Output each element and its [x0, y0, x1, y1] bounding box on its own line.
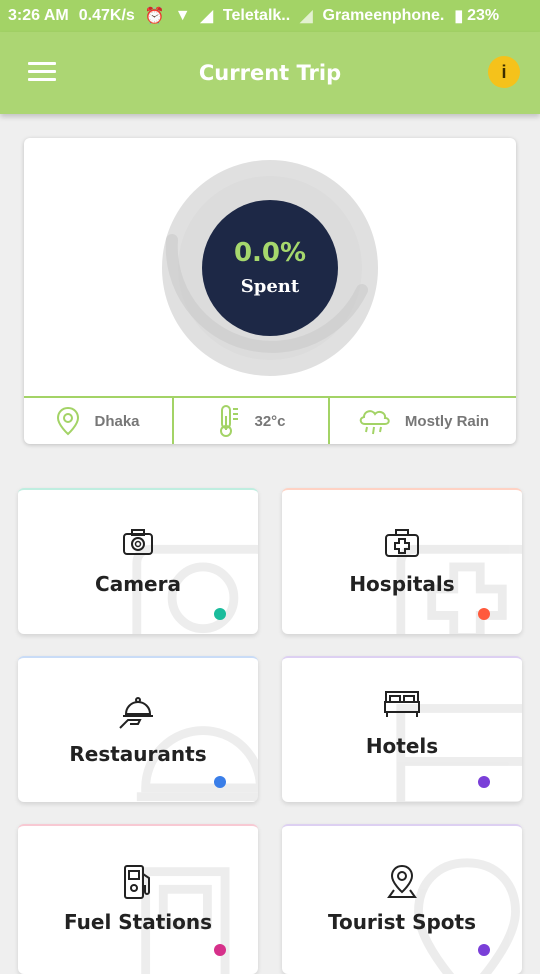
status-battery: 23%	[467, 7, 500, 24]
restaurant-icon	[119, 697, 153, 729]
status-dot	[214, 608, 226, 620]
thermometer-icon	[220, 405, 239, 437]
location-pin-icon	[57, 406, 80, 436]
battery-icon: ▮	[454, 8, 464, 25]
weather-cell: Mostly Rain	[328, 398, 516, 444]
trip-summary-card: 0.0% Spent Dhaka 32°c Mostly Rain	[24, 138, 516, 444]
location-text: Dhaka	[94, 412, 140, 430]
status-carrier-1: Teletalk..	[222, 7, 291, 24]
app-bar: Current Trip i	[0, 32, 540, 114]
tile-label: Restaurants	[69, 742, 207, 766]
trip-info-row: Dhaka 32°c Mostly Rain	[24, 396, 516, 444]
camera-icon	[123, 529, 153, 555]
tile-fuel-stations[interactable]: Fuel Stations	[18, 824, 258, 974]
rain-cloud-icon	[359, 410, 390, 435]
status-dot	[214, 944, 226, 956]
tile-restaurants[interactable]: Restaurants	[18, 656, 258, 802]
temperature-text: 32°c	[254, 412, 286, 430]
tile-tourist-spots[interactable]: Tourist Spots	[282, 824, 522, 974]
status-bar: 3:26 AM 0.47K/s ⏰ ▼ ◢ Teletalk.. ◢ Grame…	[0, 0, 540, 32]
location-pin-icon	[387, 864, 417, 898]
tile-camera[interactable]: Camera	[18, 488, 258, 634]
budget-progress-ring	[162, 160, 378, 376]
status-dot	[478, 776, 490, 788]
tile-label: Hotels	[365, 734, 439, 758]
status-carrier-2: Grameenphone.	[322, 7, 445, 24]
weather-text: Mostly Rain	[404, 412, 490, 430]
fuel-icon	[124, 865, 150, 899]
bed-icon	[384, 691, 420, 717]
tile-label: Fuel Stations	[63, 910, 213, 934]
tile-label: Camera	[95, 572, 181, 596]
menu-icon[interactable]	[28, 62, 56, 82]
signal-icon-2: ◢	[300, 8, 313, 25]
status-dot	[478, 944, 490, 956]
hospital-icon	[385, 529, 419, 557]
tile-label: Tourist Spots	[327, 910, 477, 934]
spent-percentage: 0.0%	[233, 238, 307, 268]
location-cell: Dhaka	[24, 398, 172, 444]
status-time: 3:26 AM	[8, 7, 69, 24]
alarm-icon: ⏰	[144, 8, 165, 25]
status-dot	[478, 608, 490, 620]
spent-label: Spent	[240, 276, 300, 297]
info-button[interactable]: i	[488, 56, 520, 88]
status-network-speed: 0.47K/s	[78, 7, 135, 24]
temperature-cell: 32°c	[172, 398, 328, 444]
status-dot	[214, 776, 226, 788]
tile-label: Hospitals	[349, 572, 455, 596]
tile-hospitals[interactable]: Hospitals	[282, 488, 522, 634]
tile-hotels[interactable]: Hotels	[282, 656, 522, 802]
signal-icon: ◢	[200, 8, 213, 25]
wifi-icon: ▼	[174, 7, 191, 24]
page-title: Current Trip	[198, 61, 342, 85]
